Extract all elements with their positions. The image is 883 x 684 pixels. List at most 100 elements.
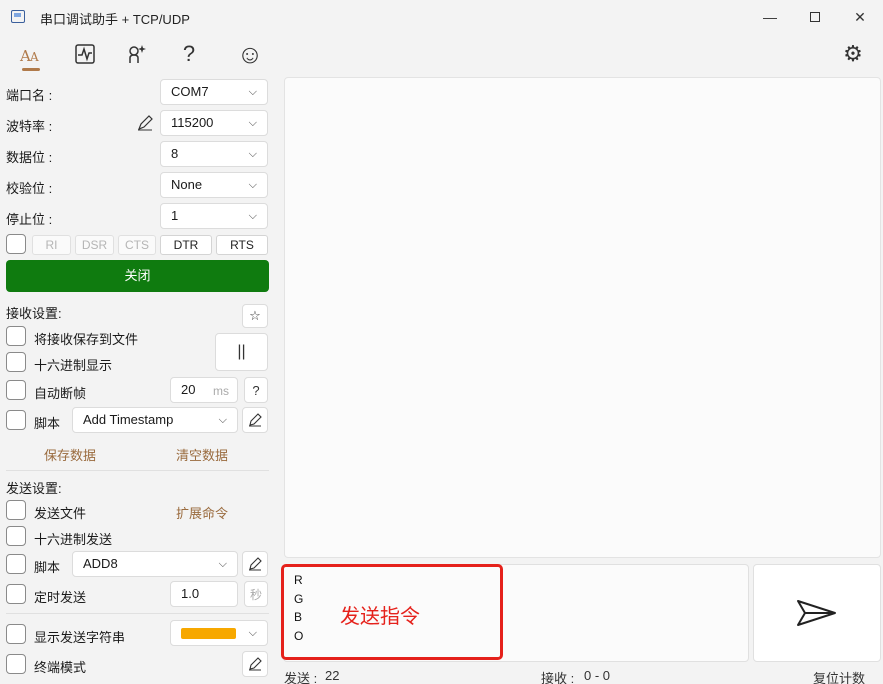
port-name-value: COM7 — [171, 84, 209, 99]
baud-label: 波特率 : — [6, 119, 53, 134]
toolbar: AA ? ☺ ⚙ — [0, 34, 883, 74]
annotation-text: 发送指令 — [340, 606, 420, 628]
edit-pen-icon[interactable] — [136, 114, 154, 132]
timed-unit-label: 秒 — [249, 587, 262, 602]
send-script-checkbox[interactable] — [6, 554, 26, 574]
signal-rts-button[interactable]: RTS — [216, 235, 268, 255]
timed-interval-input[interactable]: 1.0 — [170, 581, 238, 607]
auto-frame-checkbox[interactable] — [6, 380, 26, 400]
smile-glyph: ☺ — [236, 38, 264, 69]
font-icon[interactable]: AA — [16, 39, 46, 71]
send-file-label: 发送文件 — [34, 506, 87, 521]
help-icon: ? — [252, 382, 260, 398]
port-name-label: 端口名 : — [6, 88, 53, 103]
chevron-down-icon: ⌵ — [218, 558, 227, 570]
signal-dsr: DSR — [75, 235, 114, 255]
hex-send-checkbox[interactable] — [6, 526, 26, 546]
help-glyph: ? — [182, 41, 196, 66]
send-icon — [797, 600, 836, 626]
signals-checkbox[interactable] — [6, 234, 26, 254]
signal-dtr-button[interactable]: DTR — [160, 235, 212, 255]
recv-script-select[interactable]: Add Timestamp ⌵ — [72, 407, 238, 433]
timed-interval-value: 1.0 — [181, 586, 200, 601]
hex-display-label: 十六进制显示 — [34, 358, 113, 373]
receive-textarea[interactable] — [284, 77, 881, 558]
send-settings-label: 发送设置: — [6, 481, 62, 496]
signal-ri: RI — [32, 235, 71, 255]
gear-glyph: ⚙ — [843, 41, 863, 66]
close-port-button[interactable]: 关闭 — [6, 260, 269, 292]
timed-send-checkbox[interactable] — [6, 584, 26, 604]
databits-label: 数据位 : — [6, 150, 53, 165]
maximize-icon — [810, 12, 820, 22]
databits-select[interactable]: 8 ⌵ — [160, 141, 268, 167]
sent-count-label: 发送 : — [284, 671, 318, 684]
smile-icon[interactable]: ☺ — [235, 39, 265, 69]
save-data-link[interactable]: 保存数据 — [44, 445, 96, 464]
recv-count-value: 0 - 0 — [584, 668, 611, 683]
chevron-down-icon: ⌵ — [248, 210, 257, 222]
recv-script-label: 脚本 — [34, 416, 61, 431]
divider — [6, 470, 269, 471]
recv-script-checkbox[interactable] — [6, 410, 26, 430]
chevron-down-icon: ⌵ — [248, 179, 257, 191]
chevron-down-icon: ⌵ — [248, 148, 257, 160]
recv-script-value: Add Timestamp — [83, 412, 174, 427]
frame-help-button[interactable]: ? — [244, 377, 268, 403]
hex-send-label: 十六进制发送 — [34, 532, 113, 547]
stopbits-select[interactable]: 1 ⌵ — [160, 203, 268, 229]
send-button[interactable] — [753, 564, 881, 662]
send-script-edit-button[interactable] — [242, 551, 268, 577]
app-icon — [11, 10, 25, 23]
pause-icon: || — [237, 343, 246, 360]
close-window-button[interactable]: ✕ — [837, 0, 883, 34]
terminal-edit-button[interactable] — [242, 651, 268, 677]
baud-select[interactable]: 115200 ⌵ — [160, 110, 268, 136]
databits-value: 8 — [171, 146, 179, 161]
clear-data-link[interactable]: 清空数据 — [176, 445, 228, 464]
parity-select[interactable]: None ⌵ — [160, 172, 268, 198]
waveform-icon[interactable] — [70, 39, 100, 69]
window-title: 串口调试助手 + TCP/UDP — [40, 12, 190, 27]
parity-label: 校验位 : — [6, 181, 53, 196]
timed-send-label: 定时发送 — [34, 590, 87, 605]
signal-cts: CTS — [118, 235, 156, 255]
terminal-mode-checkbox[interactable] — [6, 654, 26, 674]
terminal-mode-label: 终端模式 — [34, 660, 87, 675]
reset-count-link[interactable]: 复位计数 — [813, 668, 865, 684]
baud-value: 115200 — [171, 115, 214, 130]
edit-pen-icon — [249, 657, 262, 671]
close-icon: ✕ — [854, 8, 866, 25]
save-to-file-label: 将接收保存到文件 — [34, 332, 139, 347]
pause-button[interactable]: || — [215, 333, 268, 371]
left-panel: 端口名 : COM7 ⌵ 波特率 : 115200 ⌵ 数据位 : 8 ⌵ 校验位 :… — [0, 74, 276, 684]
stopbits-value: 1 — [171, 208, 179, 223]
send-script-label: 脚本 — [34, 560, 61, 575]
favorite-button[interactable]: ☆ — [242, 304, 268, 328]
chevron-down-icon: ⌵ — [248, 117, 257, 129]
minimize-icon: — — [763, 9, 777, 25]
chevron-down-icon: ⌵ — [248, 86, 257, 98]
svg-text:A: A — [29, 50, 39, 64]
star-icon: ☆ — [249, 308, 261, 323]
magic-icon[interactable] — [122, 39, 152, 69]
settings-icon[interactable]: ⚙ — [838, 39, 868, 69]
recv-script-edit-button[interactable] — [242, 407, 268, 433]
maximize-button[interactable] — [792, 0, 838, 34]
minimize-button[interactable]: — — [747, 0, 793, 34]
divider — [6, 613, 269, 614]
help-icon[interactable]: ? — [174, 39, 204, 69]
save-to-file-checkbox[interactable] — [6, 326, 26, 346]
port-name-select[interactable]: COM7 ⌵ — [160, 79, 268, 105]
recv-count-label: 接收 : — [541, 671, 575, 684]
edit-pen-icon — [249, 413, 262, 427]
send-file-checkbox[interactable] — [6, 500, 26, 520]
send-script-select[interactable]: ADD8 ⌵ — [72, 551, 238, 577]
show-send-string-checkbox[interactable] — [6, 624, 26, 644]
stopbits-label: 停止位 : — [6, 212, 53, 227]
extend-command-link[interactable]: 扩展命令 — [176, 503, 228, 522]
edit-pen-icon — [249, 557, 262, 571]
color-swatch — [181, 628, 236, 639]
hex-display-checkbox[interactable] — [6, 352, 26, 372]
timed-unit: 秒 — [244, 581, 268, 607]
